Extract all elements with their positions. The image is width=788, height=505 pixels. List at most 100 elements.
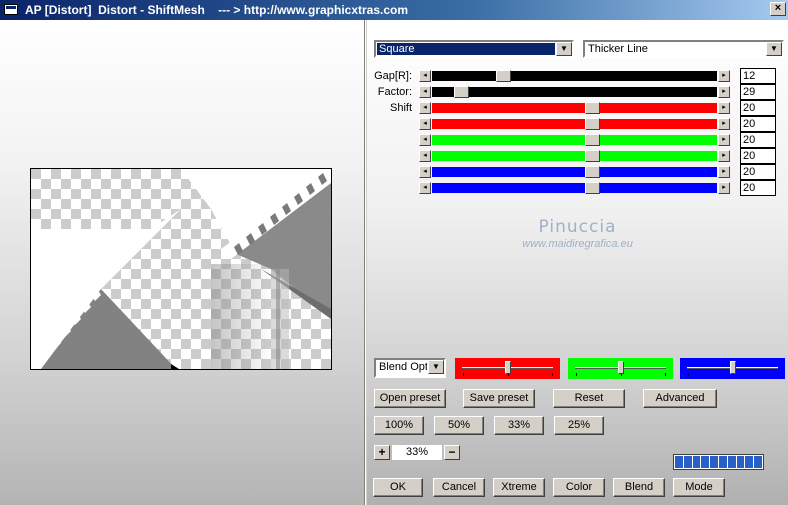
slider-value-field[interactable]: 20	[740, 180, 776, 196]
slider-thumb[interactable]	[584, 166, 600, 178]
zoom-out-button[interactable]: −	[444, 445, 460, 460]
preview-image	[31, 169, 331, 369]
zoom-100-button[interactable]: 100%	[374, 416, 424, 435]
slider-track[interactable]	[432, 87, 717, 97]
arrow-right-icon[interactable]: ▸	[718, 118, 730, 130]
chevron-down-icon[interactable]: ▼	[766, 42, 782, 56]
slider-value-field[interactable]: 20	[740, 164, 776, 180]
slider-thumb[interactable]	[496, 70, 512, 82]
arrow-right-icon[interactable]: ▸	[718, 70, 730, 82]
controls-pane: Square ▼ Thicker Line ▼ Gap[R]: ◂ ▸ 12 Facto…	[367, 20, 788, 505]
zoom-25-button[interactable]: 25%	[554, 416, 604, 435]
blend-options-dropdown[interactable]: Blend Optio ▼	[374, 358, 446, 378]
parameter-slider[interactable]: ◂ ▸	[419, 150, 730, 162]
mode-dropdown-value: Square	[377, 43, 555, 55]
arrow-right-icon[interactable]: ▸	[718, 166, 730, 178]
slider-track[interactable]	[432, 167, 717, 177]
color-button[interactable]: Color	[553, 478, 605, 497]
slider-track[interactable]	[432, 103, 717, 113]
slider-value-field[interactable]: 29	[740, 84, 776, 100]
slider-value-field[interactable]: 12	[740, 68, 776, 84]
slider-tick	[576, 373, 578, 376]
arrow-left-icon[interactable]: ◂	[419, 166, 431, 178]
window-icon[interactable]	[4, 4, 18, 15]
slider-label: Gap[R]:	[374, 70, 412, 82]
advanced-button[interactable]: Advanced	[643, 389, 717, 408]
cancel-button[interactable]: Cancel	[433, 478, 485, 497]
slider-track[interactable]	[432, 119, 717, 129]
watermark-name: Pinuccia	[538, 217, 617, 237]
zoom-in-button[interactable]: +	[374, 445, 390, 460]
progress-segment	[692, 456, 701, 468]
arrow-right-icon[interactable]: ▸	[718, 102, 730, 114]
arrow-left-icon[interactable]: ◂	[419, 182, 431, 194]
progress-segment	[675, 456, 683, 468]
color-balance-slider[interactable]	[568, 358, 673, 379]
slider-thumb[interactable]	[584, 150, 600, 162]
slider-track[interactable]	[432, 183, 717, 193]
close-button[interactable]: ×	[770, 2, 786, 16]
progress-segment	[727, 456, 736, 468]
arrow-left-icon[interactable]: ◂	[419, 134, 431, 146]
slider-thumb[interactable]	[584, 182, 600, 194]
slider-track[interactable]	[432, 71, 717, 81]
mode-dropdown[interactable]: Square ▼	[374, 40, 574, 58]
arrow-left-icon[interactable]: ◂	[419, 150, 431, 162]
color-balance-slider[interactable]	[455, 358, 560, 379]
blend-button[interactable]: Blend	[613, 478, 665, 497]
parameter-slider[interactable]: ◂ ▸	[419, 70, 730, 82]
chevron-down-icon[interactable]: ▼	[556, 42, 572, 56]
progress-segment	[745, 456, 754, 468]
title-bar[interactable]: AP [Distort] Distort - ShiftMesh --- > h…	[0, 0, 788, 20]
parameter-slider[interactable]: ◂ ▸	[419, 182, 730, 194]
arrow-right-icon[interactable]: ▸	[718, 86, 730, 98]
ok-button[interactable]: OK	[373, 478, 423, 497]
slider-value-field[interactable]: 20	[740, 116, 776, 132]
preview-canvas[interactable]	[30, 168, 332, 370]
slider-thumb[interactable]	[584, 134, 600, 146]
slider-tick	[688, 373, 690, 376]
slider-thumb[interactable]	[729, 361, 736, 374]
save-preset-button[interactable]: Save preset	[463, 389, 535, 408]
line-style-dropdown[interactable]: Thicker Line ▼	[583, 40, 784, 58]
parameter-slider[interactable]: ◂ ▸	[419, 102, 730, 114]
arrow-left-icon[interactable]: ◂	[419, 70, 431, 82]
arrow-right-icon[interactable]: ▸	[718, 134, 730, 146]
slider-value-field[interactable]: 20	[740, 132, 776, 148]
slider-thumb[interactable]	[617, 361, 624, 374]
progress-indicator	[673, 454, 764, 470]
xtreme-button[interactable]: Xtreme	[493, 478, 545, 497]
zoom-33-button[interactable]: 33%	[494, 416, 544, 435]
slider-label: Shift	[389, 102, 412, 114]
open-preset-button[interactable]: Open preset	[374, 389, 446, 408]
arrow-right-icon[interactable]: ▸	[718, 182, 730, 194]
zoom-50-button[interactable]: 50%	[434, 416, 484, 435]
arrow-right-icon[interactable]: ▸	[718, 150, 730, 162]
color-balance-slider[interactable]	[680, 358, 785, 379]
slider-value-field[interactable]: 20	[740, 100, 776, 116]
arrow-left-icon[interactable]: ◂	[419, 118, 431, 130]
slider-thumb[interactable]	[504, 361, 511, 374]
arrow-left-icon[interactable]: ◂	[419, 102, 431, 114]
slider-tick	[551, 373, 553, 376]
chevron-down-icon[interactable]: ▼	[428, 360, 444, 374]
parameter-slider[interactable]: ◂ ▸	[419, 166, 730, 178]
zoom-value: 33%	[392, 445, 442, 460]
line-style-dropdown-value: Thicker Line	[588, 43, 648, 55]
parameter-slider[interactable]: ◂ ▸	[419, 86, 730, 98]
parameter-slider[interactable]: ◂ ▸	[419, 118, 730, 130]
slider-tick	[776, 373, 778, 376]
mode-button[interactable]: Mode	[673, 478, 725, 497]
parameter-slider[interactable]: ◂ ▸	[419, 134, 730, 146]
reset-button[interactable]: Reset	[553, 389, 625, 408]
slider-tick	[463, 373, 465, 376]
progress-segment	[701, 456, 710, 468]
slider-thumb[interactable]	[584, 118, 600, 130]
arrow-left-icon[interactable]: ◂	[419, 86, 431, 98]
slider-label: Factor:	[377, 86, 412, 98]
slider-track[interactable]	[432, 151, 717, 161]
slider-thumb[interactable]	[453, 86, 469, 98]
slider-value-field[interactable]: 20	[740, 148, 776, 164]
slider-thumb[interactable]	[584, 102, 600, 114]
slider-track[interactable]	[432, 135, 717, 145]
